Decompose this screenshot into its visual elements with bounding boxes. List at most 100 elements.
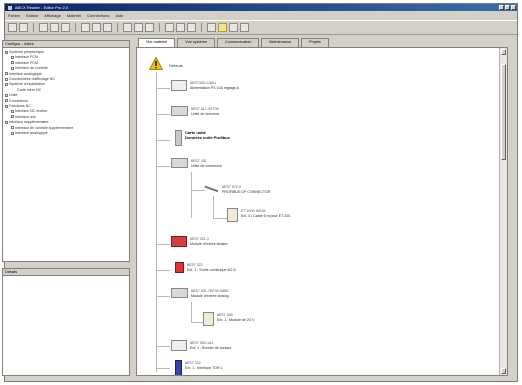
tree-connector xyxy=(191,190,205,191)
tree-item-label: Coordonnées d'affichage NC xyxy=(9,77,55,82)
menu-view[interactable]: Affichage xyxy=(44,12,61,19)
properties-icon[interactable] xyxy=(207,23,216,32)
tab-communication[interactable]: Communication xyxy=(217,38,260,47)
expand-icon[interactable] xyxy=(11,126,14,130)
tree-item-label: Système d'exploitation xyxy=(9,82,45,87)
highlight-icon[interactable] xyxy=(218,23,227,32)
title-bar: ABCX Reader - Editor Pro 2.0 xyxy=(5,4,517,11)
save-icon[interactable] xyxy=(39,23,48,32)
device-node[interactable]: 6ES7 972-0 PROFIBUS DP CONNECTOR xyxy=(204,181,270,194)
expand-icon[interactable] xyxy=(5,77,8,81)
left-tab-config[interactable]: Configur... xyxy=(5,41,23,46)
tree-item[interactable]: Interface analogique xyxy=(5,131,127,136)
print-icon[interactable] xyxy=(50,23,59,32)
close-button[interactable] xyxy=(511,5,516,10)
device-node[interactable]: 6ES7 417-4XT05 Unité de données xyxy=(171,106,219,116)
menu-edit[interactable]: Edition xyxy=(26,12,38,19)
device-node[interactable]: 6ES7 390 Ext. 1 : Module de 24 V xyxy=(203,312,254,326)
toolbar-separator xyxy=(159,23,160,32)
tree-item-label: Interface analogique xyxy=(9,71,42,76)
vertical-scrollbar[interactable] xyxy=(499,48,507,375)
undo-icon[interactable] xyxy=(103,23,112,32)
expand-icon[interactable] xyxy=(11,66,14,70)
compile-icon[interactable] xyxy=(176,23,185,32)
cut-icon[interactable] xyxy=(61,23,70,32)
minimize-button[interactable] xyxy=(499,5,504,10)
analog-input-icon xyxy=(171,288,188,298)
toolbar-separator xyxy=(117,23,118,32)
device-node[interactable]: 6ES7 392-1AJ Ext. 1 : Bornier de contact xyxy=(171,340,231,351)
expand-icon[interactable] xyxy=(5,120,8,124)
tree-connector xyxy=(156,114,170,115)
menu-file[interactable]: Fichier xyxy=(8,12,20,19)
tree-item-label: Systeme peripherique xyxy=(9,50,44,54)
tab-system-view[interactable]: Vue système xyxy=(177,38,215,47)
scrollbar-thumb[interactable] xyxy=(501,64,506,160)
device-node[interactable]: 6ES7 321-1 Module d'entrée binaire xyxy=(171,236,227,247)
expand-icon[interactable] xyxy=(11,115,14,119)
scroll-down-icon[interactable] xyxy=(501,368,506,374)
tree-item-label: Interface PCM xyxy=(15,60,38,65)
device-node[interactable]: Carte unité Données unité Profibus xyxy=(175,130,230,146)
left-tab-tree[interactable]: Arbre xyxy=(24,41,34,46)
device-node[interactable]: 6ES7 322 Ext. 1 : Sortie numérique 8/2 A xyxy=(175,262,236,273)
tree-item-label: Interface PCM xyxy=(15,55,38,60)
toolbar-separator xyxy=(201,23,202,32)
expand-icon[interactable] xyxy=(5,82,8,86)
root-label: Défauts xyxy=(169,63,183,68)
io-interface-icon xyxy=(175,360,182,375)
copy-icon[interactable] xyxy=(81,23,90,32)
device-description: Ext. 5 / Cable 5 m pour ET 200 xyxy=(241,213,291,218)
cpu-module-icon xyxy=(171,106,188,116)
device-node[interactable]: 6ES7400-1JA01 Alimentation PS 10A réglage… xyxy=(171,80,239,91)
device-description: Module d'entrée binaire xyxy=(190,241,228,246)
terminal-block-icon xyxy=(171,340,187,351)
tab-projects[interactable]: Projets xyxy=(301,38,329,47)
device-node[interactable]: 6ES7 332 Ext. 1 : Interface TOR 1 xyxy=(175,360,223,375)
expand-icon[interactable] xyxy=(5,104,8,108)
diagnose-icon[interactable] xyxy=(187,23,196,32)
tree-item-label: Connexions xyxy=(9,98,28,103)
expand-icon[interactable] xyxy=(5,99,8,103)
tab-hardware-view[interactable]: Vue matériel xyxy=(138,38,176,47)
device-node[interactable]: 6ES7 431 Unité de connexion xyxy=(171,158,222,168)
device-description: Unité de données xyxy=(191,111,220,116)
expand-icon[interactable] xyxy=(5,93,8,97)
device-description: Ext. 1 : Bornier de contact xyxy=(190,345,232,350)
new-icon[interactable] xyxy=(8,23,17,32)
maximize-button[interactable] xyxy=(505,5,510,10)
digital-output-icon xyxy=(175,262,184,273)
expand-icon[interactable] xyxy=(11,55,14,59)
network-icon[interactable] xyxy=(165,23,174,32)
paste-icon[interactable] xyxy=(92,23,101,32)
expand-icon[interactable] xyxy=(5,72,8,76)
tree-connector xyxy=(191,322,203,323)
digital-input-icon xyxy=(171,236,187,247)
device-description: Données unité Profibus xyxy=(185,134,230,140)
download-icon[interactable] xyxy=(123,23,132,32)
upload-icon[interactable] xyxy=(134,23,143,32)
expand-icon[interactable] xyxy=(11,131,14,135)
scroll-up-icon[interactable] xyxy=(501,49,506,55)
expand-icon[interactable] xyxy=(11,110,14,114)
expand-icon[interactable] xyxy=(11,61,14,65)
device-description: Ext. 1 : Interface TOR 1 xyxy=(185,365,223,370)
app-icon xyxy=(8,5,12,10)
monitor-icon[interactable] xyxy=(145,23,154,32)
tree-connector xyxy=(156,368,170,369)
toolbar-separator xyxy=(33,23,34,32)
open-icon[interactable] xyxy=(19,23,28,32)
menu-help[interactable]: Aide xyxy=(115,12,123,19)
tab-maintenance[interactable]: Maintenance xyxy=(261,38,300,47)
device-description: Ext. 1 : Sortie numérique 8/2 A xyxy=(187,267,236,272)
tree-connector xyxy=(191,172,192,218)
table-icon[interactable] xyxy=(240,23,249,32)
device-node[interactable]: ET 200S IM151 Ext. 5 / Cable 5 m pour ET … xyxy=(227,208,290,222)
tree-item-label: Carte mère NC xyxy=(17,87,42,92)
menu-hardware[interactable]: Materiel xyxy=(67,12,81,19)
grid-icon[interactable] xyxy=(229,23,238,32)
tree-connector xyxy=(156,346,170,347)
menu-connections[interactable]: Connections xyxy=(87,12,109,19)
expand-icon[interactable] xyxy=(5,50,8,54)
device-node[interactable]: 6ES7 331-7KF02-0AB0 Module d'entrée analo… xyxy=(171,288,229,298)
